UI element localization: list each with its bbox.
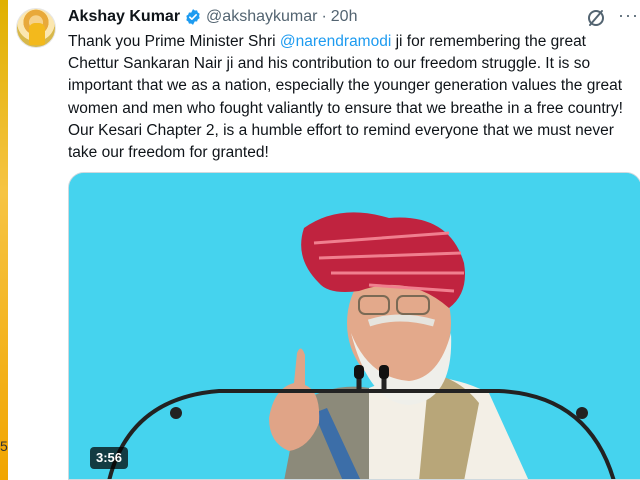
edge-text: 5 (0, 438, 8, 454)
tweet-text: Thank you Prime Minister Shri @narendram… (68, 31, 638, 164)
video-duration-badge: 3:56 (90, 447, 129, 469)
author-handle[interactable]: @akshaykumar (206, 8, 317, 26)
grok-icon[interactable] (586, 8, 606, 28)
separator-dot: · (321, 8, 327, 25)
adjacent-window-edge: 5 (0, 0, 8, 480)
more-options-icon[interactable]: ··· (618, 6, 638, 28)
verified-badge-icon (186, 9, 200, 25)
avatar[interactable] (16, 8, 56, 48)
tweet-header: Akshay Kumar @akshaykumar · 20h (68, 6, 357, 28)
mention-link[interactable]: @narendramodi (280, 33, 391, 50)
video-player[interactable] (68, 172, 640, 480)
tweet-post[interactable]: Akshay Kumar @akshaykumar · 20h ··· Than… (8, 0, 640, 480)
tweet-text-start: Thank you Prime Minister Shri (68, 33, 280, 50)
timestamp[interactable]: 20h (331, 8, 358, 26)
author-name[interactable]: Akshay Kumar (68, 8, 180, 26)
tweet-text-rest: ji for remembering the great Chettur San… (68, 33, 623, 162)
video-frame (69, 173, 640, 479)
